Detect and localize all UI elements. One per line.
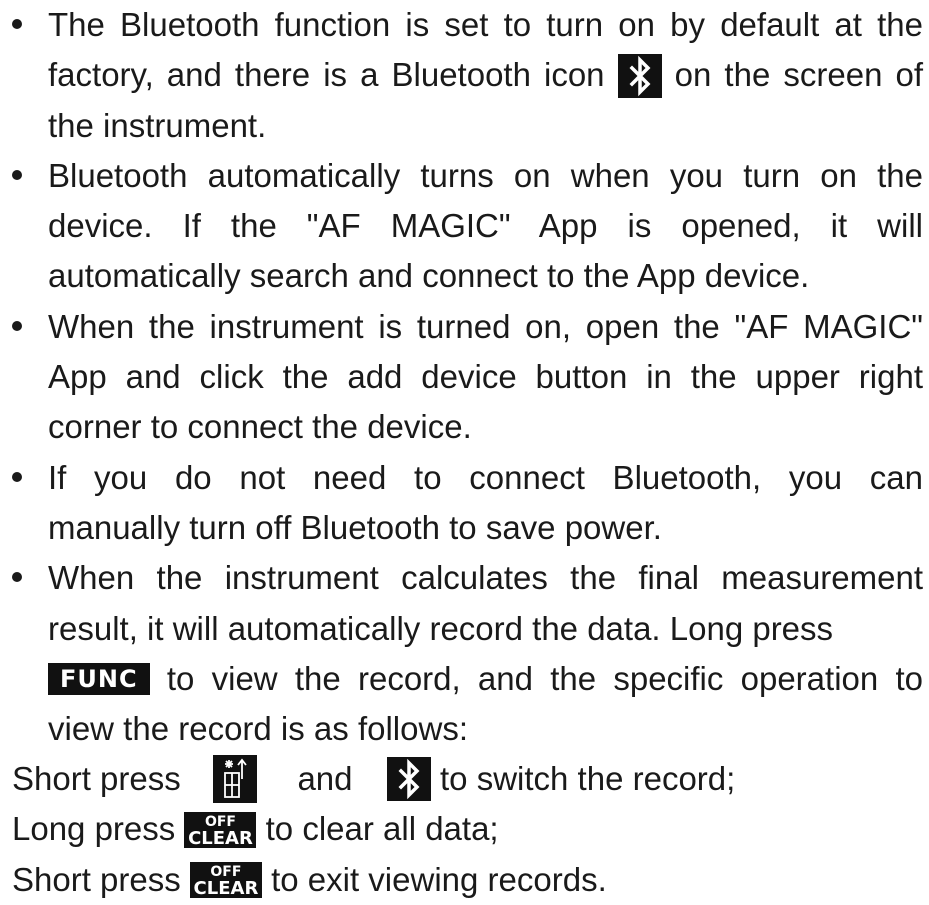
key-text-off: OFF — [204, 813, 236, 830]
text-segment: factory, and there is a Bluetooth icon — [48, 56, 605, 94]
text-segment: Short press — [12, 860, 181, 898]
text-segment: Short press — [12, 760, 181, 797]
key-text-clear: CLEAR — [188, 827, 253, 848]
text-segment: to view the record, and the specific ope… — [166, 659, 923, 697]
text-segment: to switch the record; — [440, 760, 736, 797]
text-line: If you do not need to connect Bluetooth,… — [48, 458, 923, 496]
bullet-dot — [12, 471, 22, 482]
list-item: When the instrument calculates the final… — [0, 553, 929, 754]
text-line: corner to connect the device. — [48, 408, 472, 446]
text-line: App and click the add device button in t… — [48, 358, 923, 396]
text-line: When the instrument calculates the final… — [48, 559, 923, 597]
bullet-dot — [12, 572, 22, 583]
off-clear-key-icon: OFF CLEAR — [184, 811, 257, 848]
step-exit-records: Short press OFF CLEAR to exit viewing re… — [12, 855, 735, 905]
step-switch-record: Short press and to switch the record; — [12, 754, 735, 804]
text-segment: on the screen of — [674, 56, 923, 94]
bluetooth-icon — [386, 757, 431, 802]
func-key-icon: FUNC — [48, 663, 150, 696]
text-line: factory, and there is a Bluetooth icon o… — [48, 50, 923, 100]
text-line: The Bluetooth function is set to turn on… — [48, 6, 923, 43]
list-item: If you do not need to connect Bluetooth,… — [0, 453, 929, 554]
text-line: the instrument. — [48, 106, 267, 144]
text-line: When the instrument is turned on, open t… — [48, 307, 923, 345]
text-line: Bluetooth automatically turns on when yo… — [48, 156, 923, 194]
text-line: device. If the "AF MAGIC" App is opened,… — [48, 207, 923, 245]
list-item: Bluetooth automatically turns on when yo… — [0, 151, 929, 302]
measure-mode-icon — [213, 755, 258, 804]
key-text-clear: CLEAR — [193, 877, 259, 898]
instruction-list: The Bluetooth function is set to turn on… — [0, 0, 929, 754]
step-clear-all: Long press OFF CLEAR to clear all data; — [12, 804, 735, 854]
text-line: FUNC to view the record, and the specifi… — [48, 654, 923, 704]
text-line: manually turn off Bluetooth to save powe… — [48, 508, 662, 546]
bluetooth-icon — [617, 53, 662, 98]
bullet-dot — [12, 169, 22, 180]
text-line: result, it will automatically record the… — [48, 609, 834, 647]
text-segment: and — [297, 760, 353, 797]
list-item: The Bluetooth function is set to turn on… — [0, 0, 929, 151]
text-segment: to exit viewing records. — [271, 860, 607, 898]
bullet-dot — [12, 320, 22, 331]
record-steps: Short press and to switch the record; Lo… — [12, 754, 735, 905]
manual-page: The Bluetooth function is set to turn on… — [0, 0, 929, 899]
off-clear-key-icon: OFF CLEAR — [189, 861, 262, 898]
text-segment: Long press — [12, 810, 176, 848]
text-segment: to clear all data; — [265, 810, 499, 848]
bullet-dot — [12, 19, 22, 29]
list-item: When the instrument is turned on, open t… — [0, 302, 929, 453]
text-line: automatically search and connect to the … — [48, 257, 810, 295]
text-line: view the record is as follows: — [48, 710, 468, 748]
